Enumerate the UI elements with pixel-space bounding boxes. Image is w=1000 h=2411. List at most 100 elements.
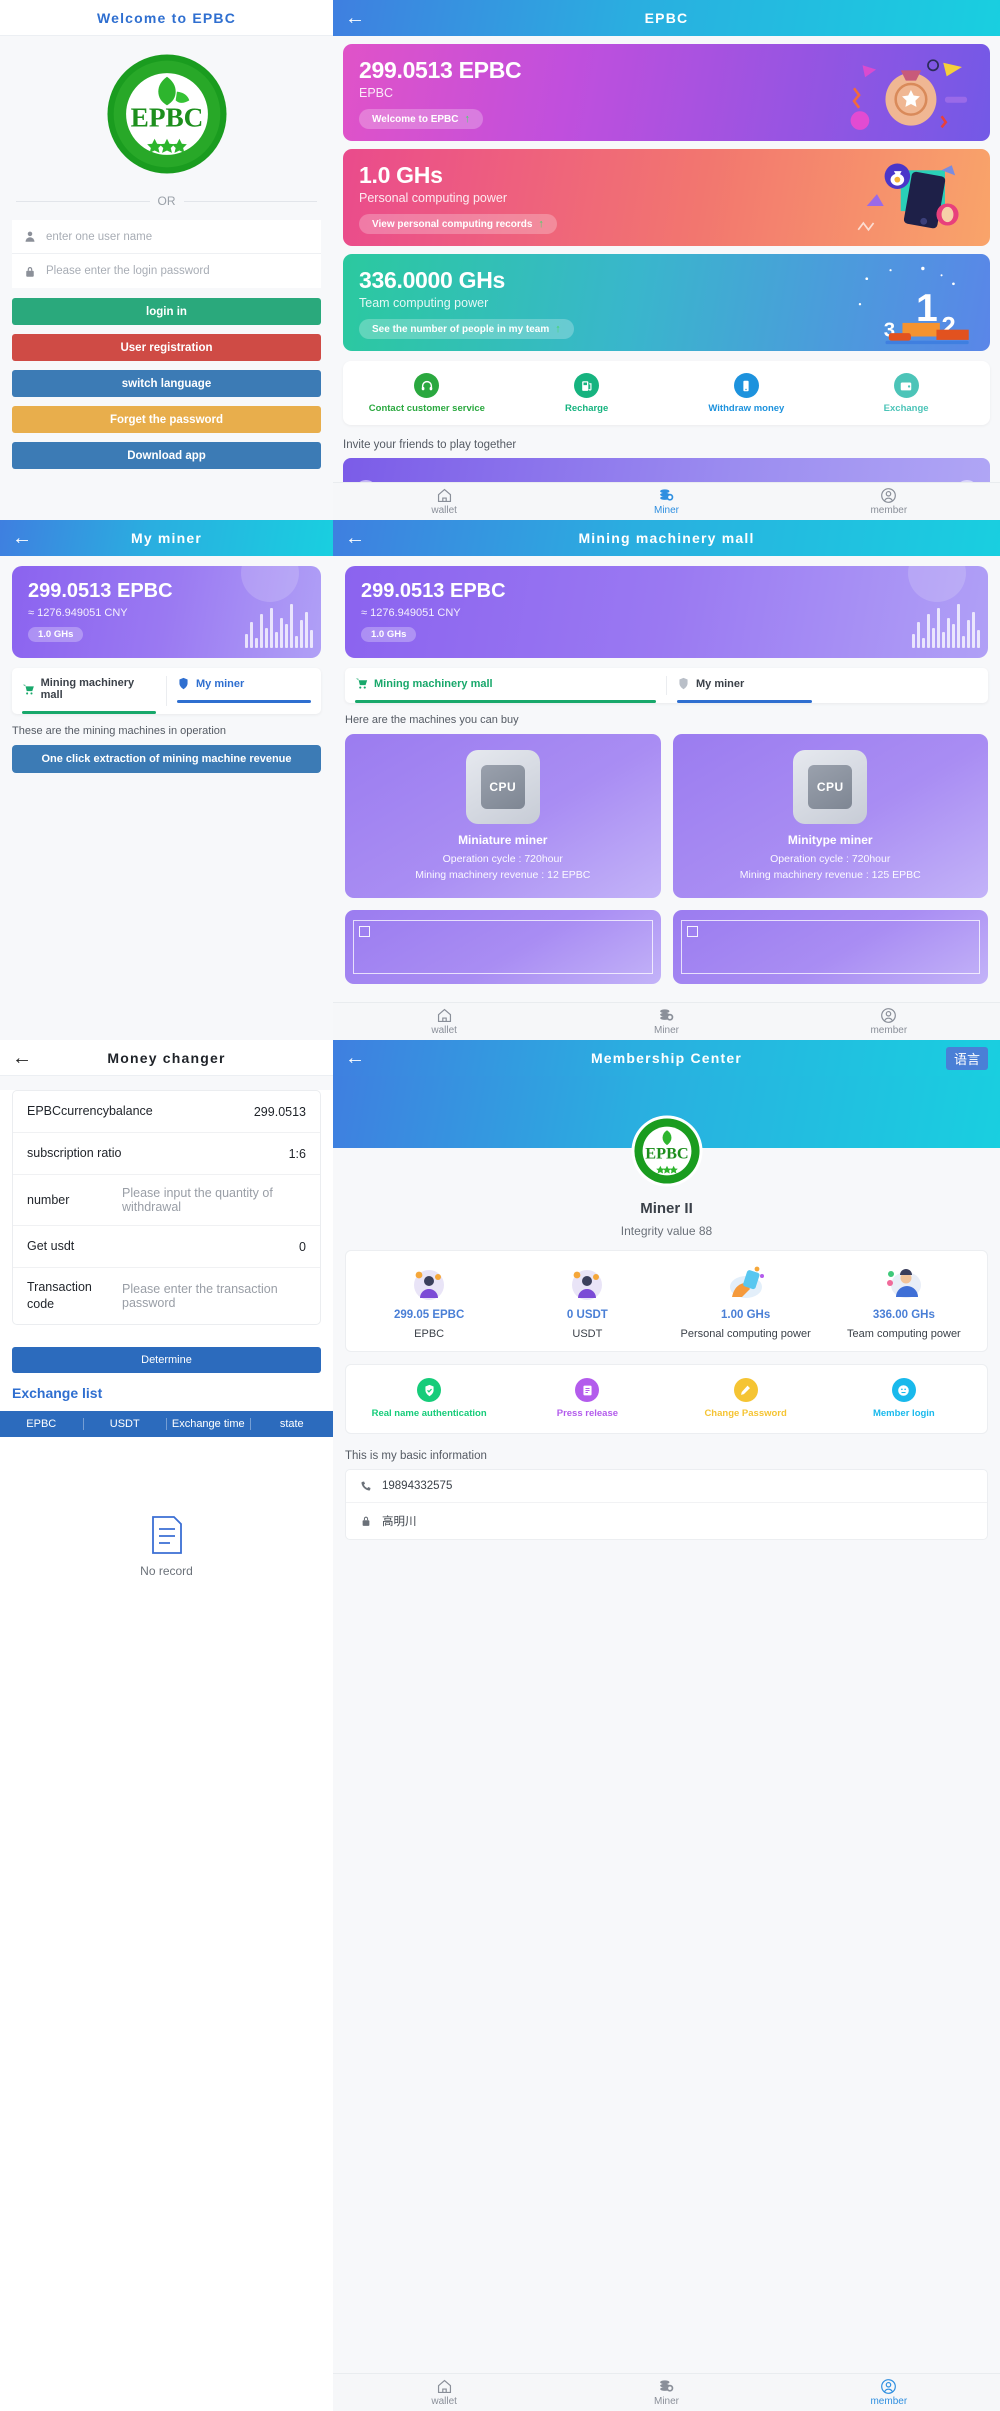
transaction-code-input[interactable]: Please enter the transaction password (122, 1282, 306, 1310)
phone-hand-illustration (830, 155, 980, 240)
fuel-pump-icon (574, 373, 600, 398)
tab-label: wallet (431, 2396, 457, 2407)
pill-label: Welcome to EPBC (372, 113, 459, 125)
machine-card[interactable]: CPU Minitype miner Operation cycle : 720… (672, 734, 988, 898)
number-input[interactable]: Please input the quantity of withdrawal (122, 1186, 306, 1214)
tab-my-miner[interactable]: My miner (667, 668, 988, 703)
face-icon (891, 1378, 916, 1403)
machine-name: Miniature miner (458, 833, 548, 847)
tab-wallet[interactable]: wallet (333, 487, 555, 516)
tab-label: member (870, 505, 908, 516)
password-placeholder: Please enter the login password (46, 265, 210, 277)
panel-membership-center: ← Membership Center 语言 EPBC Miner II Int… (333, 1040, 1000, 2411)
form-row-transaction-code[interactable]: Transaction code Please enter the transa… (13, 1268, 320, 1324)
back-arrow-icon[interactable]: ← (345, 528, 369, 548)
quick-action-recharge[interactable]: Recharge (507, 373, 667, 415)
quick-action-withdraw-money[interactable]: Withdraw money (667, 373, 827, 415)
panel-money-changer: ← Money changer EPBCcurrencybalance 299.… (0, 1040, 333, 2411)
shield-icon (679, 677, 688, 690)
cpu-chip-icon: CPU (465, 750, 540, 824)
phone-icon (733, 373, 759, 398)
back-arrow-icon[interactable]: ← (345, 1048, 369, 1068)
form-row-get-usdt: Get usdt 0 (13, 1226, 320, 1268)
balance-cny: ≈ 1276.949051 CNY (361, 607, 461, 619)
exchange-table-header: EPBC USDT Exchange time state (0, 1410, 333, 1437)
stat-team-power: 336.00 GHs Team computing power (825, 1263, 983, 1341)
machine-card-placeholder[interactable] (345, 909, 661, 984)
quick-action-exchange[interactable]: Exchange (826, 373, 986, 415)
stat-value: 336.00 GHs (872, 1309, 935, 1321)
back-arrow-icon[interactable]: ← (12, 1048, 36, 1068)
membership-body: EPBC Miner II Integrity value 88 299.05 … (333, 1076, 1000, 2411)
tab-wallet[interactable]: wallet (333, 1007, 555, 1036)
tab-underline (22, 711, 156, 714)
extract-revenue-button[interactable]: One click extraction of mining machine r… (12, 745, 321, 773)
tab-miner[interactable]: Miner (555, 487, 777, 516)
row-label: Get usdt (27, 1239, 75, 1254)
tab-mining-machinery-mall[interactable]: Mining machinery mall (12, 668, 166, 714)
card-action-pill[interactable]: See the number of people in my team ↑ (359, 319, 574, 339)
money-bag-illustration (830, 50, 980, 135)
machine-revenue: Mining machinery revenue : 125 EPBC (739, 868, 921, 881)
podium-illustration: 1 2 3 (830, 260, 980, 345)
user-registration-button[interactable]: User registration (12, 334, 321, 361)
machine-card-placeholder[interactable] (672, 909, 988, 984)
cart-icon (22, 684, 34, 694)
cart-icon (355, 678, 368, 689)
login-navbar: Welcome to EPBC (0, 0, 333, 36)
column-header-usdt: USDT (84, 1417, 167, 1430)
switch-language-button[interactable]: switch language (12, 370, 321, 397)
machine-card[interactable]: CPU Miniature miner Operation cycle : 72… (345, 734, 661, 898)
row-label: subscription ratio (27, 1146, 122, 1161)
forget-password-button[interactable]: Forget the password (12, 406, 321, 433)
card-team-power[interactable]: 336.0000 GHs Team computing power See th… (343, 254, 990, 351)
divider-line-left (16, 200, 150, 202)
document-icon (575, 1378, 600, 1403)
broken-image-placeholder (680, 919, 980, 974)
coins-icon (660, 2380, 674, 2392)
tab-member[interactable]: member (778, 2378, 1000, 2407)
balance-card: 299.0513 EPBC ≈ 1276.949051 CNY 1.0 GHs (12, 566, 321, 658)
user-icon (881, 488, 897, 503)
tab-wallet[interactable]: wallet (333, 2378, 555, 2407)
miner-body: 299.0513 EPBC ≈ 1276.949051 CNY 1.0 GHs … (0, 556, 333, 1040)
quick-action-contact-customer-service[interactable]: Contact customer service (347, 373, 507, 415)
card-action-pill[interactable]: View personal computing records ↑ (359, 214, 557, 234)
chip-label: CPU (808, 765, 853, 809)
action-press-release[interactable]: Press release (508, 1378, 666, 1421)
language-button[interactable]: 语言 (945, 1046, 988, 1070)
download-app-button[interactable]: Download app (12, 442, 321, 469)
stat-label: EPBC (414, 1327, 445, 1340)
card-action-pill[interactable]: Welcome to EPBC ↑ (359, 109, 483, 129)
password-field[interactable]: Please enter the login password (12, 254, 321, 288)
tab-miner[interactable]: Miner (555, 1007, 777, 1036)
panel-wallet: ← EPBC 299.0513 EPBC EPBC Welcome to EPB… (333, 0, 1000, 520)
back-arrow-icon[interactable]: ← (345, 8, 369, 28)
form-row-number[interactable]: number Please input the quantity of with… (13, 1175, 320, 1226)
broken-image-icon (359, 925, 370, 937)
tab-label: member (870, 2396, 908, 2407)
login-button[interactable]: login in (12, 298, 321, 325)
username-field[interactable]: enter one user name (12, 220, 321, 254)
phone-value: 19894332575 (382, 1480, 453, 1493)
card-epbc-balance[interactable]: 299.0513 EPBC EPBC Welcome to EPBC ↑ (343, 44, 990, 141)
tab-my-miner[interactable]: My miner (167, 668, 321, 714)
coins-icon (660, 489, 674, 501)
tab-member[interactable]: member (778, 1007, 1000, 1036)
stat-usdt: 0 USDT USDT (508, 1263, 666, 1341)
wallet-icon (893, 373, 919, 398)
tab-mining-machinery-mall[interactable]: Mining machinery mall (345, 668, 666, 703)
action-real-name-authentication[interactable]: Real name authentication (350, 1378, 508, 1421)
tab-miner[interactable]: Miner (555, 2378, 777, 2407)
determine-button[interactable]: Determine (12, 1346, 321, 1373)
back-arrow-icon[interactable]: ← (12, 528, 36, 548)
action-change-password[interactable]: Change Password (667, 1378, 825, 1421)
tab-label: My miner (696, 677, 745, 690)
money-changer-body: EPBCcurrencybalance 299.0513 subscriptio… (0, 1090, 333, 2411)
card-personal-power[interactable]: 1.0 GHs Personal computing power View pe… (343, 149, 990, 246)
exchange-form: EPBCcurrencybalance 299.0513 subscriptio… (12, 1090, 321, 1325)
tab-member[interactable]: member (778, 487, 1000, 516)
action-member-login[interactable]: Member login (825, 1378, 983, 1421)
document-icon (151, 1515, 182, 1554)
bottom-tabbar: wallet Miner member (333, 1002, 1000, 1040)
